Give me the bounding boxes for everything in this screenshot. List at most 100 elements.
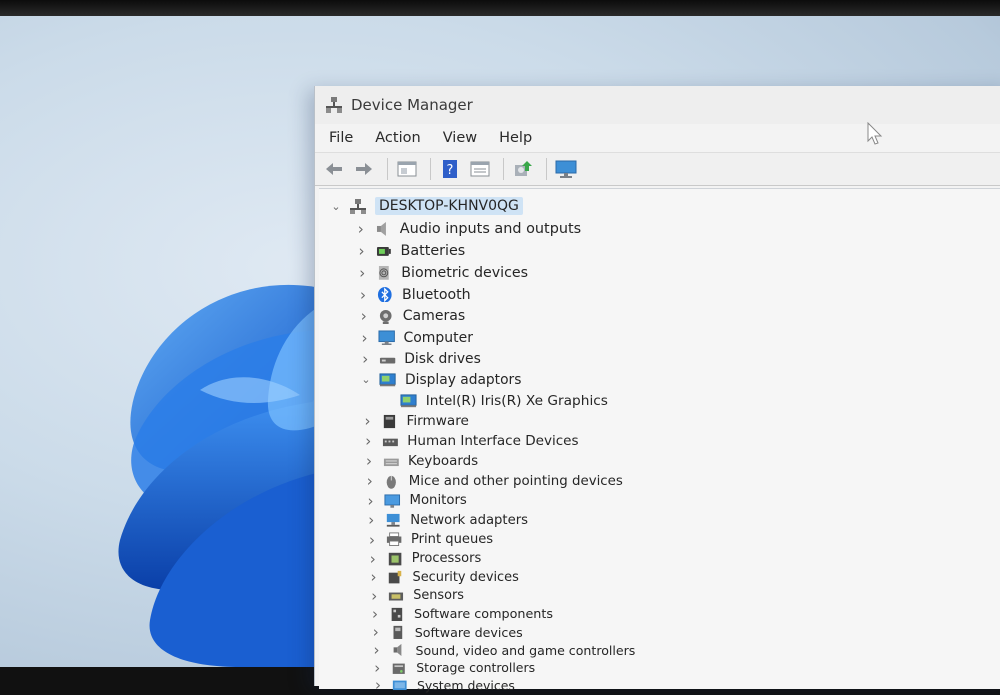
tree-item[interactable]: › Cameras: [357, 306, 465, 326]
chevron-right-icon[interactable]: ›: [361, 432, 375, 450]
forward-icon: [356, 163, 372, 175]
menu-bar: File Action View Help: [315, 124, 1000, 152]
tree-item-label: Batteries: [400, 242, 466, 259]
chevron-right-icon[interactable]: ›: [363, 472, 377, 490]
tree-item-label: Cameras: [402, 308, 466, 325]
chevron-right-icon[interactable]: ›: [364, 492, 378, 510]
tree-item-label: Biometric devices: [401, 264, 529, 281]
tree-item[interactable]: › Processors: [366, 549, 481, 569]
processor-icon: [386, 551, 404, 567]
tree-item-label: System devices: [417, 677, 515, 693]
tree-item[interactable]: › Sensors: [367, 586, 464, 606]
tree-item-label: Keyboards: [408, 453, 479, 469]
details-button[interactable]: [467, 157, 493, 181]
tree-item[interactable]: › Computer: [358, 328, 473, 348]
tree-item-label: Software components: [414, 606, 554, 622]
title-bar: Device Manager: [315, 86, 1000, 124]
tree-item[interactable]: › Monitors: [364, 491, 467, 511]
tree-item-label: Network adapters: [410, 512, 528, 528]
display-adapter-icon: [379, 372, 397, 388]
chevron-right-icon[interactable]: ›: [366, 550, 380, 568]
tree-item-label: Mice and other pointing devices: [408, 473, 623, 489]
tree-item-label: Security devices: [412, 569, 519, 585]
tree-item-label: Sound, video and game controllers: [415, 642, 636, 658]
properties-button[interactable]: [394, 157, 420, 181]
tree-item[interactable]: › Audio inputs and outputs: [354, 219, 581, 239]
chevron-right-icon[interactable]: ›: [358, 350, 372, 368]
scan-hardware-button[interactable]: [553, 157, 579, 181]
chevron-right-icon[interactable]: ›: [370, 659, 384, 677]
battery-icon: [375, 243, 393, 259]
tree-root-label: DESKTOP-KHNV0QG: [375, 197, 523, 215]
chevron-down-icon[interactable]: ⌄: [359, 373, 373, 387]
chevron-right-icon[interactable]: ›: [357, 307, 371, 325]
camera-icon: [377, 308, 395, 325]
menu-action[interactable]: Action: [373, 128, 422, 148]
tree-item[interactable]: › Human Interface Devices: [361, 431, 578, 451]
keyboard-icon: [382, 453, 400, 469]
tree-item[interactable]: › System devices: [371, 675, 515, 695]
chevron-right-icon[interactable]: ›: [370, 641, 384, 659]
menu-file[interactable]: File: [327, 128, 355, 148]
tree-item-label: Sensors: [413, 588, 464, 604]
chevron-right-icon[interactable]: ›: [354, 220, 368, 238]
hid-icon: [381, 433, 399, 449]
help-icon: ?: [443, 160, 457, 178]
menu-view[interactable]: View: [441, 128, 479, 148]
sound-icon: [390, 642, 408, 658]
chevron-right-icon[interactable]: ›: [364, 511, 378, 529]
tree-item[interactable]: ⌄ Display adaptors: [359, 370, 521, 390]
update-driver-button[interactable]: [510, 157, 536, 181]
tree-child-label: Intel(R) Iris(R) Xe Graphics: [425, 392, 608, 409]
computer-root-icon: [349, 198, 367, 214]
tree-item[interactable]: › Print queues: [365, 530, 493, 550]
tree-child-item[interactable]: Intel(R) Iris(R) Xe Graphics: [400, 391, 608, 411]
toolbar-separator: [503, 158, 504, 180]
tree-item-label: Processors: [411, 551, 482, 567]
tree-item-label: Disk drives: [404, 350, 481, 367]
chevron-right-icon[interactable]: ›: [355, 242, 369, 260]
tree-root[interactable]: ⌄ DESKTOP-KHNV0QG: [329, 196, 523, 216]
tree-item[interactable]: › Security devices: [367, 567, 519, 587]
back-button[interactable]: [321, 157, 347, 181]
chevron-right-icon[interactable]: ›: [371, 676, 385, 694]
mouse-icon: [383, 473, 401, 489]
forward-button[interactable]: [351, 157, 377, 181]
mouse-cursor-icon: [867, 122, 883, 145]
tree-item[interactable]: › Mice and other pointing devices: [363, 471, 623, 491]
tree-item[interactable]: › Software components: [368, 604, 553, 624]
chevron-right-icon[interactable]: ›: [365, 531, 379, 549]
device-manager-window: Device Manager File Action View Help ? ⌄…: [314, 86, 1000, 694]
tree-item[interactable]: › Network adapters: [364, 510, 528, 530]
tree-item[interactable]: › Disk drives: [358, 349, 481, 369]
chevron-right-icon[interactable]: ›: [367, 568, 381, 586]
help-button[interactable]: ?: [437, 157, 463, 181]
menu-help[interactable]: Help: [497, 128, 534, 148]
system-icon: [391, 677, 409, 693]
chevron-right-icon[interactable]: ›: [362, 452, 376, 470]
tree-item[interactable]: › Firmware: [361, 411, 469, 431]
disk-drive-icon: [378, 351, 396, 367]
tree-item[interactable]: › Batteries: [355, 241, 466, 261]
tree-item-label: Display adaptors: [405, 371, 522, 388]
chevron-down-icon[interactable]: ⌄: [329, 199, 343, 213]
tree-item-label: Audio inputs and outputs: [399, 220, 582, 237]
back-icon: [326, 163, 342, 175]
tree-item[interactable]: › Keyboards: [362, 451, 478, 471]
monitor-icon: [384, 493, 402, 509]
tree-item[interactable]: › Biometric devices: [355, 263, 528, 283]
chevron-right-icon[interactable]: ›: [367, 587, 381, 605]
chevron-right-icon[interactable]: ›: [358, 329, 372, 347]
window-title: Device Manager: [351, 96, 473, 114]
software-component-icon: [388, 606, 406, 622]
chevron-right-icon[interactable]: ›: [355, 264, 369, 282]
sensor-icon: [387, 588, 405, 604]
speaker-icon: [374, 221, 392, 237]
chevron-right-icon[interactable]: ›: [361, 412, 375, 430]
tree-item[interactable]: › Bluetooth: [356, 285, 471, 305]
chevron-right-icon[interactable]: ›: [369, 623, 383, 641]
fingerprint-icon: [375, 265, 393, 281]
device-manager-icon: [326, 97, 342, 113]
chevron-right-icon[interactable]: ›: [356, 286, 370, 304]
chevron-right-icon[interactable]: ›: [368, 605, 382, 623]
